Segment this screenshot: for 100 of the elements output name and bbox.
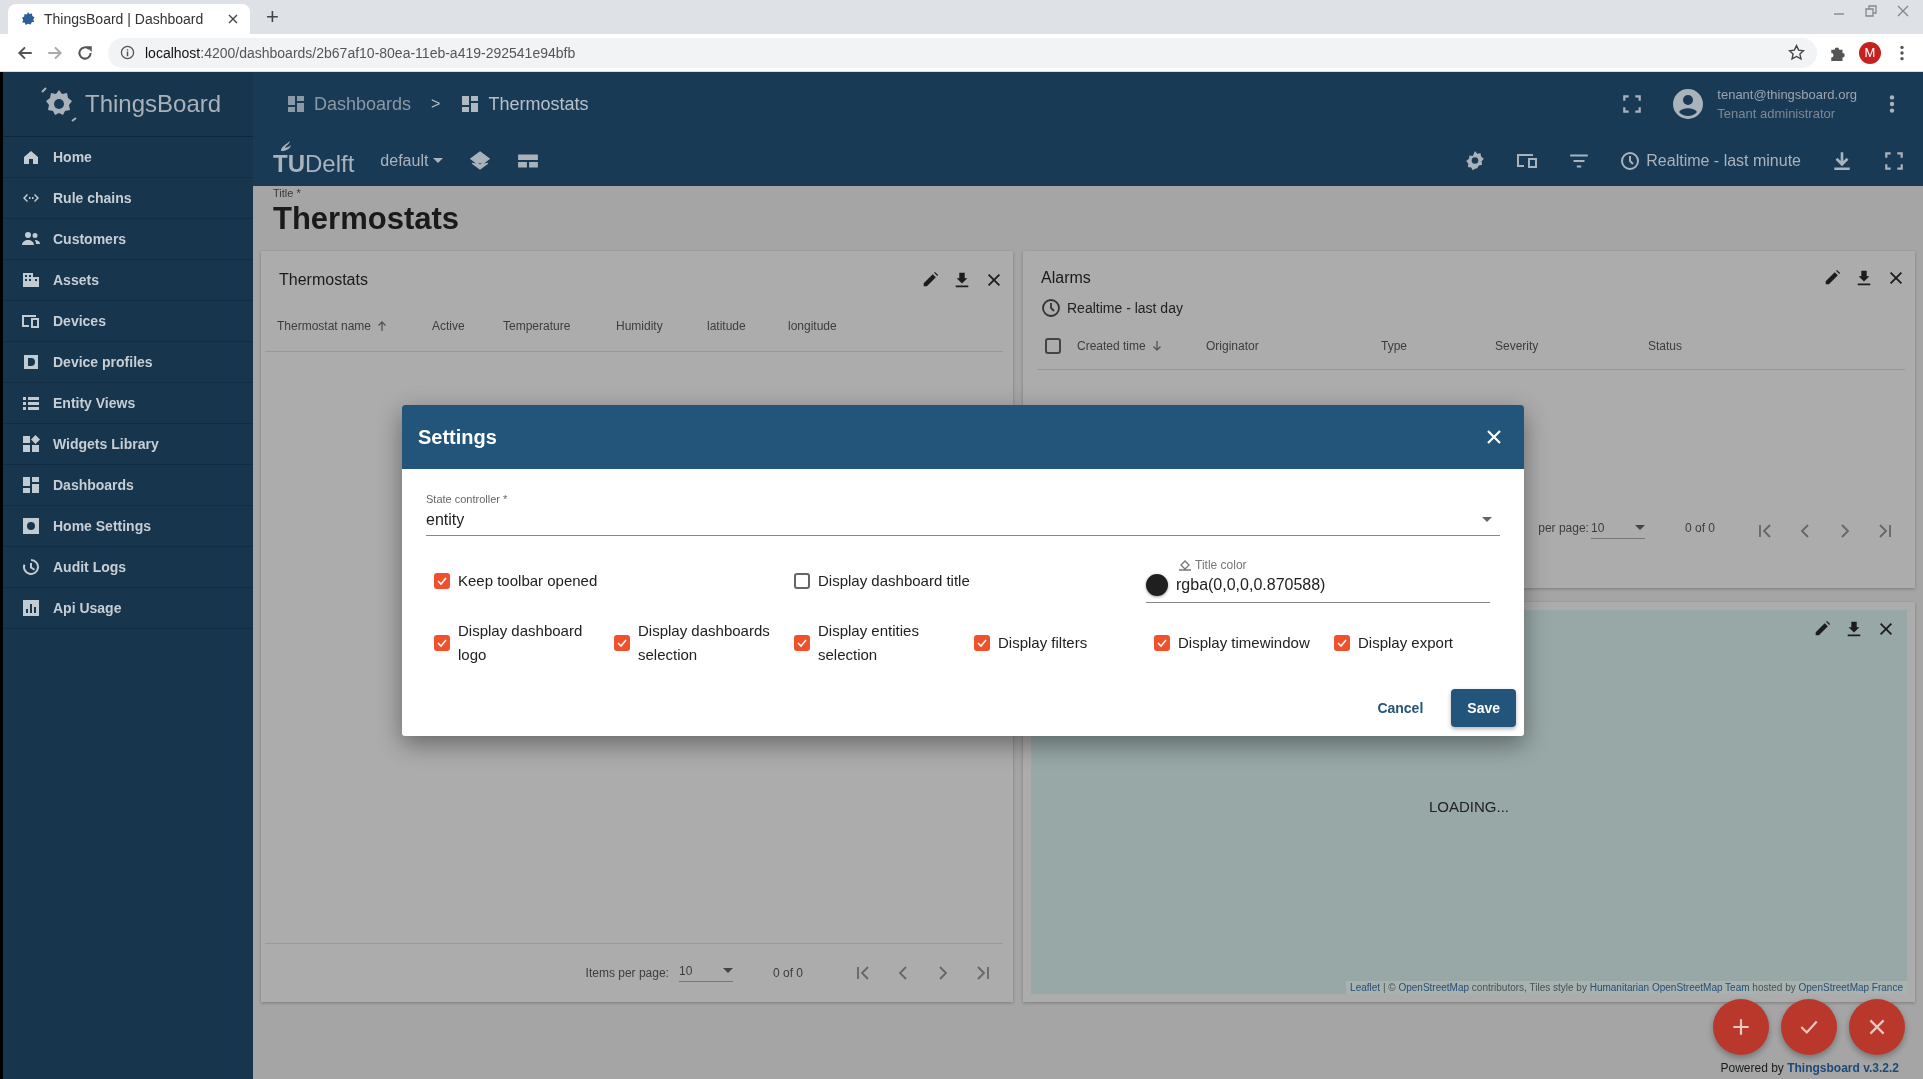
checkbox-option[interactable]: Display dashboards selection bbox=[606, 619, 786, 667]
menu-item-icon bbox=[21, 270, 41, 290]
column-header[interactable]: Thermostat name bbox=[277, 319, 388, 333]
save-button[interactable]: Save bbox=[1451, 689, 1516, 727]
edit-icon[interactable] bbox=[1813, 620, 1831, 638]
powered-by-text: Powered by Thingsboard v.3.2.2 bbox=[1720, 1061, 1899, 1075]
download-icon[interactable] bbox=[953, 271, 971, 289]
fullscreen-icon[interactable] bbox=[1621, 93, 1644, 115]
user-email: tenant@thingsboard.org bbox=[1717, 87, 1857, 102]
checkbox[interactable] bbox=[434, 572, 450, 589]
address-bar[interactable]: localhost:4200/dashboards/2b67af10-80ea-11eb-a419-292541e94bfb bbox=[108, 37, 1817, 68]
column-header[interactable]: Humidity bbox=[616, 319, 663, 333]
page-size-select[interactable]: 10 bbox=[678, 964, 733, 982]
app-logo-text: ThingsBoard bbox=[85, 90, 222, 118]
caret-icon bbox=[1482, 517, 1492, 523]
close-button[interactable] bbox=[1849, 999, 1905, 1055]
dialog-title: Settings bbox=[418, 425, 497, 449]
page-range: 0 of 0 bbox=[772, 966, 803, 980]
sidebar-item[interactable]: Widgets Library bbox=[3, 424, 253, 465]
column-header[interactable]: Status bbox=[1648, 339, 1683, 353]
cancel-button[interactable]: Cancel bbox=[1363, 690, 1438, 726]
title-color-field[interactable]: Title color rgba(0,0,0,0.870588) bbox=[1146, 558, 1490, 603]
checkbox[interactable] bbox=[1154, 635, 1170, 651]
checkbox[interactable] bbox=[1334, 635, 1350, 651]
state-controller-select[interactable]: State controller * entity bbox=[426, 493, 1500, 536]
breadcrumb-link[interactable]: Dashboards bbox=[286, 93, 412, 115]
download-icon[interactable] bbox=[1831, 150, 1853, 172]
checkbox[interactable] bbox=[434, 635, 450, 651]
checkbox[interactable] bbox=[794, 572, 810, 589]
state-dropdown[interactable]: default bbox=[380, 152, 444, 170]
column-header[interactable]: Active bbox=[432, 319, 465, 333]
loading-text: LOADING... bbox=[1429, 798, 1509, 815]
sidebar-item[interactable]: Dashboards bbox=[3, 465, 253, 506]
checkbox-option[interactable]: Display entities selection bbox=[786, 619, 966, 667]
attribution-link[interactable]: Leaflet bbox=[1350, 982, 1381, 993]
items-per-page-label: per page: bbox=[1538, 521, 1589, 535]
close-icon[interactable] bbox=[228, 14, 238, 24]
map-attribution: Leaflet | © OpenStreetMap contributors, Tiles style by Humanitarian OpenStreetMap Team hosted by OpenStreetMap France bbox=[1346, 981, 1907, 994]
menu-item-icon bbox=[21, 598, 41, 618]
timewindow-button[interactable]: Realtime - last minute bbox=[1620, 151, 1801, 171]
checkbox-option[interactable]: Display dashboard title bbox=[786, 568, 1146, 593]
column-header[interactable]: Type bbox=[1381, 339, 1407, 353]
checkbox[interactable] bbox=[614, 635, 630, 651]
sidebar-item[interactable]: Entity Views bbox=[3, 383, 253, 424]
select-all-checkbox[interactable] bbox=[1045, 338, 1061, 354]
close-icon[interactable] bbox=[1877, 620, 1895, 638]
fullscreen-icon[interactable] bbox=[1883, 150, 1905, 172]
edit-icon[interactable] bbox=[1823, 269, 1841, 287]
version-link[interactable]: Thingsboard v.3.2.2 bbox=[1787, 1061, 1899, 1075]
checkbox-option[interactable]: Keep toolbar opened bbox=[426, 568, 786, 593]
alarm-timewindow[interactable]: Realtime - last day bbox=[1041, 293, 1905, 323]
edit-icon[interactable] bbox=[921, 271, 939, 289]
sidebar-item[interactable]: Api Usage bbox=[3, 588, 253, 629]
caret-icon bbox=[1634, 525, 1645, 531]
checkbox[interactable] bbox=[794, 635, 810, 651]
attribution-link[interactable]: OpenStreetMap bbox=[1398, 982, 1470, 993]
page-range: 0 of 0 bbox=[1684, 521, 1715, 535]
clock-icon bbox=[1041, 298, 1061, 318]
column-header[interactable]: longitude bbox=[788, 319, 837, 333]
column-header[interactable]: Severity bbox=[1495, 339, 1539, 353]
apply-button[interactable] bbox=[1781, 999, 1837, 1055]
close-icon[interactable] bbox=[985, 271, 1003, 289]
caret-icon bbox=[722, 968, 733, 974]
new-tab-button[interactable]: + bbox=[266, 4, 279, 30]
download-icon[interactable] bbox=[1855, 269, 1873, 287]
tu-delft-logo-text: TUDelft bbox=[273, 150, 355, 178]
column-header[interactable]: Created time bbox=[1077, 339, 1162, 353]
tab-title: ThingsBoard | Dashboard bbox=[44, 11, 205, 27]
browser-tab[interactable]: ThingsBoard | Dashboard bbox=[8, 4, 250, 34]
close-icon[interactable] bbox=[1887, 269, 1905, 287]
add-button[interactable] bbox=[1713, 999, 1769, 1055]
checkbox-option[interactable]: Display timewindow bbox=[1146, 631, 1326, 655]
column-header[interactable]: Temperature bbox=[503, 319, 571, 333]
dashboard-title: Thermostats bbox=[273, 201, 461, 237]
layers-icon[interactable] bbox=[469, 150, 492, 172]
sidebar-item[interactable]: Device profiles bbox=[3, 342, 253, 383]
attribution-link[interactable]: Humanitarian OpenStreetMap Team bbox=[1589, 982, 1750, 993]
user-avatar-icon bbox=[1673, 89, 1704, 119]
reload-icon[interactable] bbox=[76, 43, 94, 62]
flame-icon bbox=[279, 140, 293, 152]
column-header[interactable]: Originator bbox=[1206, 339, 1259, 353]
star-icon[interactable] bbox=[1788, 44, 1805, 61]
profile-avatar[interactable]: M bbox=[1859, 41, 1881, 64]
menu-item-icon bbox=[21, 352, 41, 372]
widget-title: Thermostats bbox=[279, 271, 368, 289]
page-size-select[interactable]: 10 bbox=[1590, 521, 1645, 539]
sidebar-item[interactable]: Home bbox=[3, 137, 253, 178]
sidebar-item[interactable]: Assets bbox=[3, 260, 253, 301]
column-header[interactable]: latitude bbox=[707, 319, 746, 333]
menu-item-icon bbox=[21, 475, 41, 495]
info-icon bbox=[120, 45, 135, 60]
checkbox-option[interactable]: Display dashboard logo bbox=[426, 619, 606, 667]
widget-title: Alarms bbox=[1041, 269, 1091, 287]
items-per-page-label: Items per page: bbox=[585, 966, 669, 980]
checkbox-option[interactable]: Display export bbox=[1326, 631, 1506, 655]
download-icon[interactable] bbox=[1845, 620, 1863, 638]
color-swatch[interactable] bbox=[1146, 574, 1168, 596]
sidebar-item[interactable]: Home Settings bbox=[3, 506, 253, 547]
checkbox[interactable] bbox=[974, 635, 990, 651]
attribution-link[interactable]: OpenStreetMap France bbox=[1798, 982, 1903, 993]
